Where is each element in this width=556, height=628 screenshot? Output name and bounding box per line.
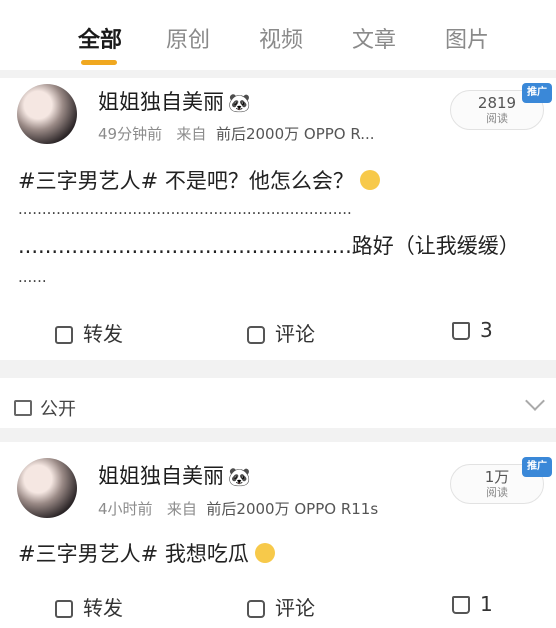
like-count: 1 xyxy=(480,592,493,616)
post-source[interactable]: 前后2000万 OPPO R... xyxy=(216,125,375,143)
post-card: 姐姐独自美丽 🐼 4小时前 来自 前后2000万 OPPO R11s 1万 阅读 … xyxy=(0,442,556,628)
tab-original[interactable]: 原创 xyxy=(166,22,210,54)
like-icon xyxy=(452,596,470,614)
post-source[interactable]: 前后2000万 OPPO R11s xyxy=(206,500,378,518)
author-name[interactable]: 姐姐独自美丽 🐼 xyxy=(98,86,250,116)
tab-image[interactable]: 图片 xyxy=(445,22,489,54)
post-time: 49分钟前 xyxy=(98,125,163,143)
tab-all[interactable]: 全部 xyxy=(78,22,122,54)
tab-bar: 全部 原创 视频 文章 图片 xyxy=(0,0,556,70)
post-card: 姐姐独自美丽 🐼 49分钟前 来自 前后2000万 OPPO R... 2819 … xyxy=(0,78,556,360)
active-tab-indicator xyxy=(81,60,117,65)
author-name[interactable]: 姐姐独自美丽 🐼 xyxy=(98,460,250,490)
post-meta: 49分钟前 来自 前后2000万 OPPO R... xyxy=(98,123,375,144)
via-label: 来自 xyxy=(166,500,197,518)
promote-badge[interactable]: 推广 xyxy=(522,83,552,103)
divider xyxy=(0,70,556,78)
yum-emoji xyxy=(254,543,275,563)
author-label: 姐姐独自美丽 xyxy=(98,464,224,488)
post-actions: 转发 评论 1 xyxy=(0,584,556,628)
repost-icon xyxy=(55,326,73,344)
like-icon xyxy=(452,322,470,340)
tab-video[interactable]: 视频 xyxy=(259,22,303,54)
comment-icon xyxy=(247,600,265,618)
promote-badge[interactable]: 推广 xyxy=(522,457,552,477)
via-label: 来自 xyxy=(176,125,207,143)
divider xyxy=(0,428,556,442)
read-label: 阅读 xyxy=(486,112,508,125)
panda-icon: 🐼 xyxy=(228,467,251,488)
visibility-label[interactable]: 公开 xyxy=(14,395,76,421)
divider xyxy=(0,360,556,378)
author-label: 姐姐独自美丽 xyxy=(98,90,224,114)
repost-button[interactable]: 转发 xyxy=(55,592,123,621)
smile-emoji xyxy=(359,170,380,190)
like-button[interactable]: 1 xyxy=(452,592,493,616)
post-time: 4小时前 xyxy=(98,500,153,518)
post-text-line: #三字男艺人# 不是吧？他怎么会？ xyxy=(18,165,380,195)
comment-button[interactable]: 评论 xyxy=(247,592,315,621)
post-actions: 转发 评论 3 xyxy=(0,310,556,354)
avatar[interactable] xyxy=(17,458,77,518)
post-text-line: #三字男艺人# 我想吃瓜 xyxy=(18,538,275,568)
repost-button[interactable]: 转发 xyxy=(55,318,123,347)
post-text-line: ........................................… xyxy=(18,200,352,218)
tab-article[interactable]: 文章 xyxy=(352,22,396,54)
post-meta: 4小时前 来自 前后2000万 OPPO R11s xyxy=(98,498,378,519)
like-button[interactable]: 3 xyxy=(452,318,493,342)
read-label: 阅读 xyxy=(486,486,508,499)
like-count: 3 xyxy=(480,318,493,342)
comment-button[interactable]: 评论 xyxy=(247,318,315,347)
comment-icon xyxy=(247,326,265,344)
repost-icon xyxy=(55,600,73,618)
lock-icon xyxy=(14,400,32,416)
post-text-line: ........................................… xyxy=(18,234,520,258)
visibility-row[interactable] xyxy=(0,378,556,428)
panda-icon: 🐼 xyxy=(228,93,251,114)
avatar[interactable] xyxy=(17,84,77,144)
post-text-line: ...... xyxy=(18,268,47,286)
